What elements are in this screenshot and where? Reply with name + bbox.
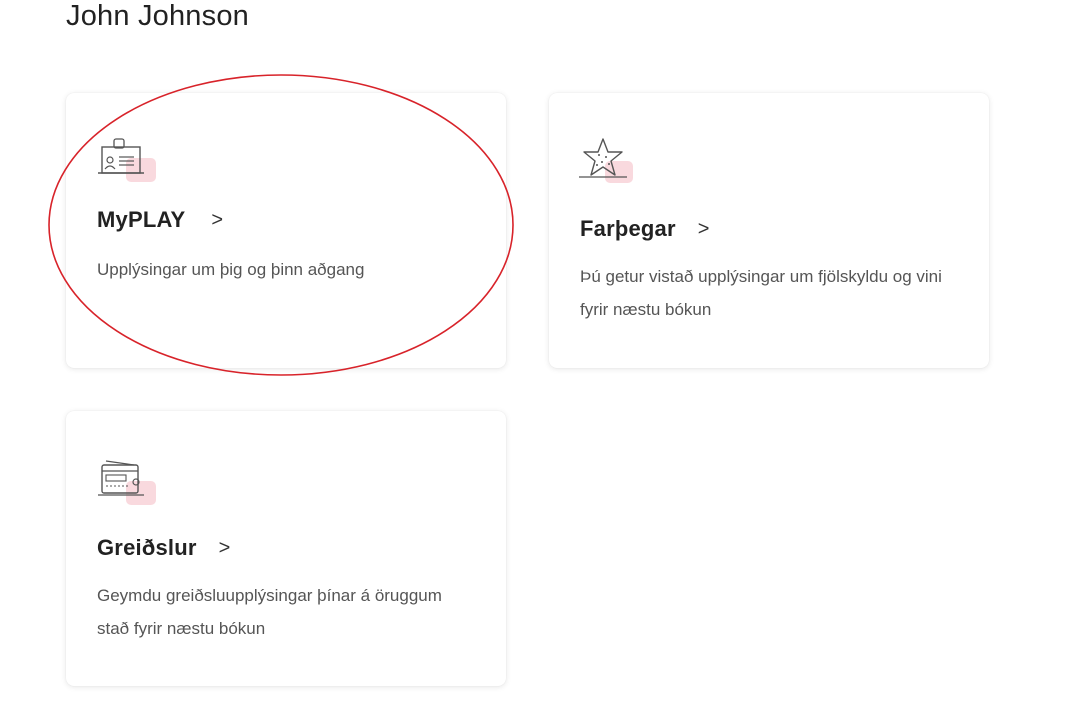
payments-title: Greiðslur bbox=[97, 535, 197, 560]
myplay-title: MyPLAY bbox=[97, 207, 186, 232]
passengers-card[interactable]: Farþegar > Þú getur vistað upplýsingar u… bbox=[549, 93, 989, 368]
chevron-right-icon: > bbox=[697, 218, 710, 240]
passengers-title: Farþegar bbox=[580, 216, 676, 241]
star-icon bbox=[579, 138, 633, 183]
id-card-icon bbox=[98, 138, 156, 182]
myplay-card[interactable]: MyPLAY > Upplýsingar um þig og þinn aðga… bbox=[66, 93, 506, 368]
myplay-heading[interactable]: MyPLAY > bbox=[97, 207, 223, 233]
myplay-description: Upplýsingar um þig og þinn aðgang bbox=[97, 260, 365, 279]
payment-card-icon bbox=[98, 460, 156, 505]
account-overview-page: John Johnson MyPLAY > Upplýsingar um þig… bbox=[0, 0, 1080, 721]
payments-card[interactable]: Greiðslur > Geymdu greiðsluupplýsingar þ… bbox=[66, 411, 506, 686]
passengers-heading[interactable]: Farþegar > bbox=[580, 216, 709, 242]
payments-heading[interactable]: Greiðslur > bbox=[97, 535, 230, 561]
payments-description: Geymdu greiðsluupplýsingar þínar á örugg… bbox=[97, 586, 442, 638]
chevron-right-icon: > bbox=[211, 209, 224, 231]
passengers-description: Þú getur vistað upplýsingar um fjölskyld… bbox=[580, 267, 942, 319]
page-title: John Johnson bbox=[66, 0, 249, 32]
chevron-right-icon: > bbox=[218, 537, 231, 559]
